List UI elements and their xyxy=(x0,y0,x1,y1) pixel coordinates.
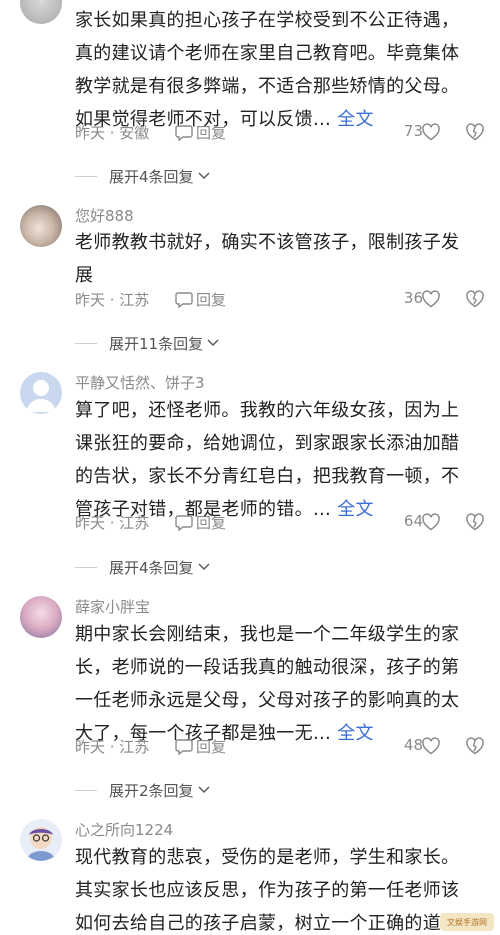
broken-heart-icon[interactable] xyxy=(465,123,485,141)
comment-meta: 昨天 · 江苏 回复 48 xyxy=(75,736,485,758)
comment-line: 现代教育的悲哀，受伤的是老师，学生和家长。 xyxy=(75,847,460,868)
comment-meta: 昨天 · 江苏 回复 36 xyxy=(75,289,485,311)
reply-button[interactable]: 回复 xyxy=(175,736,226,757)
chevron-down-icon xyxy=(198,563,210,570)
comment-line: 如何去给自己的孩子启蒙，树立一个正确的道德 xyxy=(75,913,460,934)
comment-line: 老师教教书就好，确实不该管孩子，限制孩子发 xyxy=(75,232,460,253)
comment-text[interactable]: 老师教教书就好，确实不该管孩子，限制孩子发 展 xyxy=(75,226,480,292)
reply-icon xyxy=(175,739,193,755)
username[interactable]: 平静又恬然、饼子3 xyxy=(75,372,205,393)
comment-line: 期中家长会刚结束，我也是一个二年级学生的家 xyxy=(75,624,460,645)
comment-text[interactable]: 家长如果真的担心孩子在学校受到不公正待遇， 真的建议请个老师在家里自己教育吧。毕… xyxy=(75,4,480,136)
location-time: 昨天 · 安徽 xyxy=(75,124,150,142)
chevron-down-icon xyxy=(198,786,210,793)
broken-heart-icon[interactable] xyxy=(465,290,485,308)
comment-line: 教学就是有很多弊端，不适合那些矫情的父母。 xyxy=(75,76,460,97)
expand-replies-label: 展开2条回复 xyxy=(109,781,194,800)
reply-label: 回复 xyxy=(196,514,227,532)
reply-icon xyxy=(175,292,193,308)
comment-line: 其实家长也应该反思，作为孩子的第一任老师该 xyxy=(75,880,460,901)
heart-icon[interactable] xyxy=(421,513,441,531)
comment-line: 家长如果真的担心孩子在学校受到不公正待遇， xyxy=(75,10,460,31)
watermark-logo: 文娱手游网 xyxy=(440,913,494,931)
reply-button[interactable]: 回复 xyxy=(175,122,226,143)
reply-icon xyxy=(175,515,193,531)
broken-heart-icon[interactable] xyxy=(465,737,485,755)
expand-replies[interactable]: 展开4条回复 xyxy=(75,556,210,578)
comment-line: 一任老师永远是父母，父母对孩子的影响真的太 xyxy=(75,690,460,711)
reply-button[interactable]: 回复 xyxy=(175,289,226,310)
avatar[interactable] xyxy=(20,0,62,24)
chevron-down-icon xyxy=(198,172,210,179)
username[interactable]: 您好888 xyxy=(75,205,134,226)
avatar[interactable] xyxy=(20,819,62,861)
comment-text[interactable]: 现代教育的悲哀，受伤的是老师，学生和家长。 其实家长也应该反思，作为孩子的第一任… xyxy=(75,841,480,935)
username[interactable]: 薛家小胖宝 xyxy=(75,596,150,617)
heart-icon[interactable] xyxy=(421,123,441,141)
default-avatar-icon xyxy=(26,380,56,412)
reply-icon xyxy=(175,125,193,141)
location-time: 昨天 · 江苏 xyxy=(75,738,150,756)
expand-replies-label: 展开11条回复 xyxy=(109,334,204,353)
comment-line: 课张狂的要命，给她调位，到家跟家长添油加醋 xyxy=(75,433,460,454)
location-time: 昨天 · 江苏 xyxy=(75,514,150,532)
expand-replies-label: 展开4条回复 xyxy=(109,558,194,577)
comment-line: 真的建议请个老师在家里自己教育吧。毕竟集体 xyxy=(75,43,460,64)
expand-replies[interactable]: 展开4条回复 xyxy=(75,165,210,187)
broken-heart-icon[interactable] xyxy=(465,513,485,531)
comment-text[interactable]: 期中家长会刚结束，我也是一个二年级学生的家 长，老师说的一段话我真的触动很深，孩… xyxy=(75,618,480,750)
expand-replies[interactable]: 展开11条回复 xyxy=(75,332,219,354)
divider xyxy=(75,566,97,568)
comment-meta: 昨天 · 江苏 回复 64 xyxy=(75,512,485,534)
comment-text[interactable]: 算了吧，还怪老师。我教的六年级女孩，因为上 课张狂的要命，给她调位，到家跟家长添… xyxy=(75,394,480,526)
divider xyxy=(75,342,97,344)
cartoon-avatar-icon xyxy=(26,827,56,861)
divider xyxy=(75,789,97,791)
expand-replies[interactable]: 展开2条回复 xyxy=(75,779,210,801)
reply-label: 回复 xyxy=(196,738,227,756)
reply-button[interactable]: 回复 xyxy=(175,512,226,533)
avatar[interactable] xyxy=(20,205,62,247)
expand-replies-label: 展开4条回复 xyxy=(109,167,194,186)
comment-meta: 昨天 · 安徽 回复 73 xyxy=(75,122,485,144)
username[interactable]: 心之所向1224 xyxy=(75,819,173,840)
heart-icon[interactable] xyxy=(421,737,441,755)
divider xyxy=(75,175,97,177)
reply-label: 回复 xyxy=(196,291,227,309)
comment-line: 的告状，家长不分青红皂白，把我教育一顿，不 xyxy=(75,466,460,487)
comment-line: 算了吧，还怪老师。我教的六年级女孩，因为上 xyxy=(75,400,460,421)
location-time: 昨天 · 江苏 xyxy=(75,291,150,309)
comment-line: 展 xyxy=(75,265,94,286)
reply-label: 回复 xyxy=(196,124,227,142)
avatar[interactable] xyxy=(20,372,62,414)
chevron-down-icon xyxy=(207,339,219,346)
avatar[interactable] xyxy=(20,596,62,638)
heart-icon[interactable] xyxy=(421,290,441,308)
comment-line: 长，老师说的一段话我真的触动很深，孩子的第 xyxy=(75,657,460,678)
